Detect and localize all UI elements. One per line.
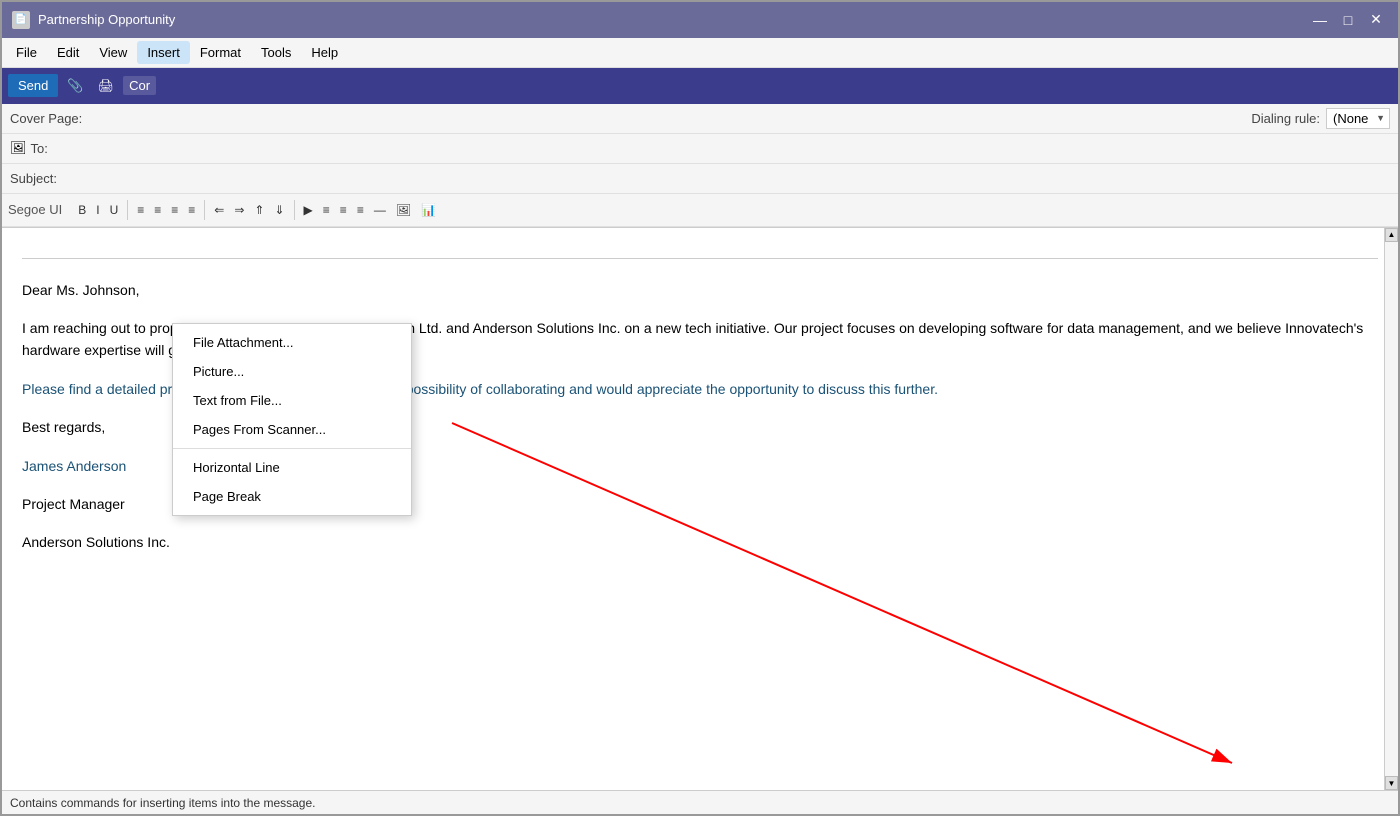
title-bar-left: 📄 Partnership Opportunity [12,11,175,29]
subject-row: Subject: [2,164,1398,194]
segoe-ui-label: Segoe UI [2,200,68,219]
format-para[interactable]: ▶ [300,201,317,219]
main-layout: Send 📎 🖨 Cor Cover Page: Dialing rule: (… [2,68,1398,814]
format-align-center[interactable]: ≡ [150,201,165,219]
menu-help[interactable]: Help [301,41,348,64]
format-chart[interactable]: 📊 [417,201,440,219]
separator-2 [204,200,205,220]
menu-horizontal-line[interactable]: Horizontal Line [173,453,411,482]
toolbar-cor-label: Cor [123,76,156,95]
format-image[interactable]: 🖼 [392,201,415,219]
scroll-up-button[interactable]: ▲ [1385,228,1398,242]
format-underline[interactable]: U [106,201,123,219]
subject-label: Subject: [10,171,90,186]
toolbar-icon-2[interactable]: 🖨 [93,75,120,97]
format-italic[interactable]: I [92,201,103,219]
menu-edit[interactable]: Edit [47,41,89,64]
scroll-track [1385,242,1398,776]
maximize-button[interactable]: □ [1336,8,1360,32]
menu-picture[interactable]: Picture... [173,357,411,386]
fields-area: Cover Page: Dialing rule: (None 🖼 To: [2,104,1398,228]
menu-file[interactable]: File [6,41,47,64]
separator-1 [127,200,128,220]
status-bar: Contains commands for inserting items in… [2,790,1398,814]
format-line[interactable]: — [370,201,390,219]
to-value[interactable] [111,146,1390,150]
insert-dropdown-menu: File Attachment... Picture... Text from … [172,323,412,516]
menu-page-break[interactable]: Page Break [173,482,411,511]
menu-tools[interactable]: Tools [251,41,301,64]
menu-file-attachment[interactable]: File Attachment... [173,328,411,357]
window-title: Partnership Opportunity [38,12,175,27]
cover-page-label: Cover Page: [10,111,90,126]
cover-page-row: Cover Page: Dialing rule: (None [2,104,1398,134]
status-text: Contains commands for inserting items in… [10,796,315,810]
scroll-down-button[interactable]: ▼ [1385,776,1398,790]
format-bold[interactable]: B [74,201,90,219]
letter-greeting: Dear Ms. Johnson, [22,279,1378,301]
close-button[interactable]: ✕ [1364,8,1388,32]
font-row: Segoe UI B I U ≡ ≡ ≡ ≡ ⇐ ⇒ ⇑ ⇓ ▶ [2,194,1398,227]
format-style1[interactable]: ≡ [319,201,334,219]
menu-insert[interactable]: Insert [137,41,190,64]
format-list-bullet[interactable]: ⇑ [250,201,268,219]
format-align-right[interactable]: ≡ [167,201,182,219]
content-wrapper: Dear Ms. Johnson, I am reaching out to p… [2,228,1398,790]
title-bar: 📄 Partnership Opportunity — □ ✕ [2,2,1398,38]
scrollbar: ▲ ▼ [1384,228,1398,790]
window: 📄 Partnership Opportunity — □ ✕ File Edi… [0,0,1400,816]
format-toolbar: B I U ≡ ≡ ≡ ≡ ⇐ ⇒ ⇑ ⇓ ▶ ≡ ≡ [68,194,1398,226]
dialing-rule-label: Dialing rule: [1251,111,1320,126]
separator-3 [294,200,295,220]
menu-text-from-file[interactable]: Text from File... [173,386,411,415]
menu-bar: File Edit View Insert Format Tools Help [2,38,1398,68]
menu-view[interactable]: View [89,41,137,64]
dropdown-separator [173,448,411,449]
subject-value[interactable] [90,176,1390,180]
title-bar-controls: — □ ✕ [1308,8,1388,32]
toolbar-icon-1[interactable]: 📎 [62,75,88,97]
menu-format[interactable]: Format [190,41,251,64]
menu-pages-from-scanner[interactable]: Pages From Scanner... [173,415,411,444]
format-align-left[interactable]: ≡ [133,201,148,219]
letter-company: Anderson Solutions Inc. [22,531,1378,553]
format-indent-decrease[interactable]: ⇐ [210,201,228,219]
format-list-number[interactable]: ⇓ [270,201,288,219]
format-align-justify[interactable]: ≡ [184,201,199,219]
toolbar-row: Send 📎 🖨 Cor [2,68,1398,104]
format-style3[interactable]: ≡ [353,201,368,219]
cover-page-value [90,116,1251,120]
send-button[interactable]: Send [8,74,58,97]
format-indent-increase[interactable]: ⇒ [230,201,248,219]
to-icon: 🖼 [10,140,27,156]
content-divider [22,258,1378,259]
to-row: 🖼 To: [2,134,1398,164]
dialing-select-wrapper: (None [1326,108,1390,129]
to-label: To: [31,141,111,156]
dialing-rule-container: Dialing rule: (None [1251,108,1390,129]
window-icon: 📄 [12,11,30,29]
dialing-rule-select[interactable]: (None [1326,108,1390,129]
minimize-button[interactable]: — [1308,8,1332,32]
format-style2[interactable]: ≡ [336,201,351,219]
